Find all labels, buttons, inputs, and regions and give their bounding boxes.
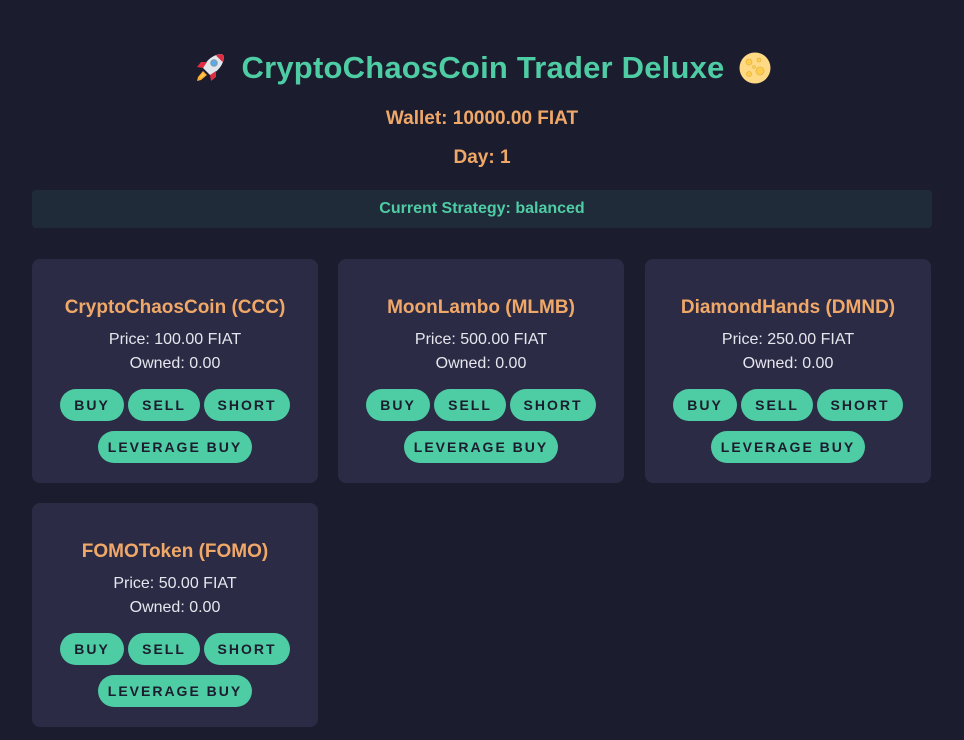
sell-button[interactable]: SELL	[128, 633, 200, 665]
rocket-icon	[196, 54, 224, 81]
trade-actions: BUY SELL SHORT	[645, 389, 931, 421]
short-button[interactable]: SHORT	[510, 389, 596, 421]
coin-card-mlmb: MoonLambo (MLMB) Price: 500.00 FIAT Owne…	[338, 259, 624, 483]
wallet-balance: Wallet: 10000.00 FIAT	[385, 108, 579, 129]
trade-actions: BUY SELL SHORT	[32, 633, 318, 665]
day-counter: Day: 1	[453, 147, 511, 168]
leverage-buy-button[interactable]: LEVERAGE BUY	[98, 431, 252, 463]
coin-price: Price: 500.00 FIAT	[414, 331, 548, 348]
coin-name: MoonLambo (MLMB)	[387, 297, 575, 318]
coin-card-ccc: CryptoChaosCoin (CCC) Price: 100.00 FIAT…	[32, 259, 318, 483]
leverage-actions: LEVERAGE BUY	[32, 675, 318, 707]
trade-actions: BUY SELL SHORT	[338, 389, 624, 421]
coin-name: DiamondHands (DMND)	[680, 297, 896, 318]
coin-owned: Owned: 0.00	[129, 599, 221, 616]
short-button[interactable]: SHORT	[204, 389, 290, 421]
app-title: CryptoChaosCoin Trader Deluxe	[241, 50, 725, 85]
leverage-actions: LEVERAGE BUY	[32, 431, 318, 463]
leverage-buy-button[interactable]: LEVERAGE BUY	[404, 431, 558, 463]
coin-card-fomo: FOMOToken (FOMO) Price: 50.00 FIAT Owned…	[32, 503, 318, 727]
coin-price: Price: 50.00 FIAT	[113, 575, 237, 592]
buy-button[interactable]: BUY	[366, 389, 430, 421]
trade-actions: BUY SELL SHORT	[32, 389, 318, 421]
buy-button[interactable]: BUY	[60, 633, 124, 665]
buy-button[interactable]: BUY	[60, 389, 124, 421]
leverage-buy-button[interactable]: LEVERAGE BUY	[98, 675, 252, 707]
short-button[interactable]: SHORT	[817, 389, 903, 421]
buy-button[interactable]: BUY	[673, 389, 737, 421]
coin-owned: Owned: 0.00	[742, 355, 834, 372]
strategy-banner: Current Strategy: balanced	[32, 190, 932, 228]
moon-icon	[739, 52, 771, 84]
trader-app: CryptoChaosCoin Trader Deluxe Wallet: 10…	[0, 0, 964, 740]
coin-price: Price: 250.00 FIAT	[721, 331, 855, 348]
leverage-actions: LEVERAGE BUY	[338, 431, 624, 463]
coin-price: Price: 100.00 FIAT	[108, 331, 242, 348]
sell-button[interactable]: SELL	[741, 389, 813, 421]
coin-owned: Owned: 0.00	[129, 355, 221, 372]
page-title: CryptoChaosCoin Trader Deluxe	[0, 44, 964, 92]
strategy-label: Current Strategy: balanced	[379, 200, 585, 217]
coin-card-dmnd: DiamondHands (DMND) Price: 250.00 FIAT O…	[645, 259, 931, 483]
leverage-buy-button[interactable]: LEVERAGE BUY	[711, 431, 865, 463]
leverage-actions: LEVERAGE BUY	[645, 431, 931, 463]
short-button[interactable]: SHORT	[204, 633, 290, 665]
sell-button[interactable]: SELL	[128, 389, 200, 421]
sell-button[interactable]: SELL	[434, 389, 506, 421]
coin-name: FOMOToken (FOMO)	[81, 541, 269, 562]
coin-owned: Owned: 0.00	[435, 355, 527, 372]
coin-name: CryptoChaosCoin (CCC)	[64, 297, 286, 318]
